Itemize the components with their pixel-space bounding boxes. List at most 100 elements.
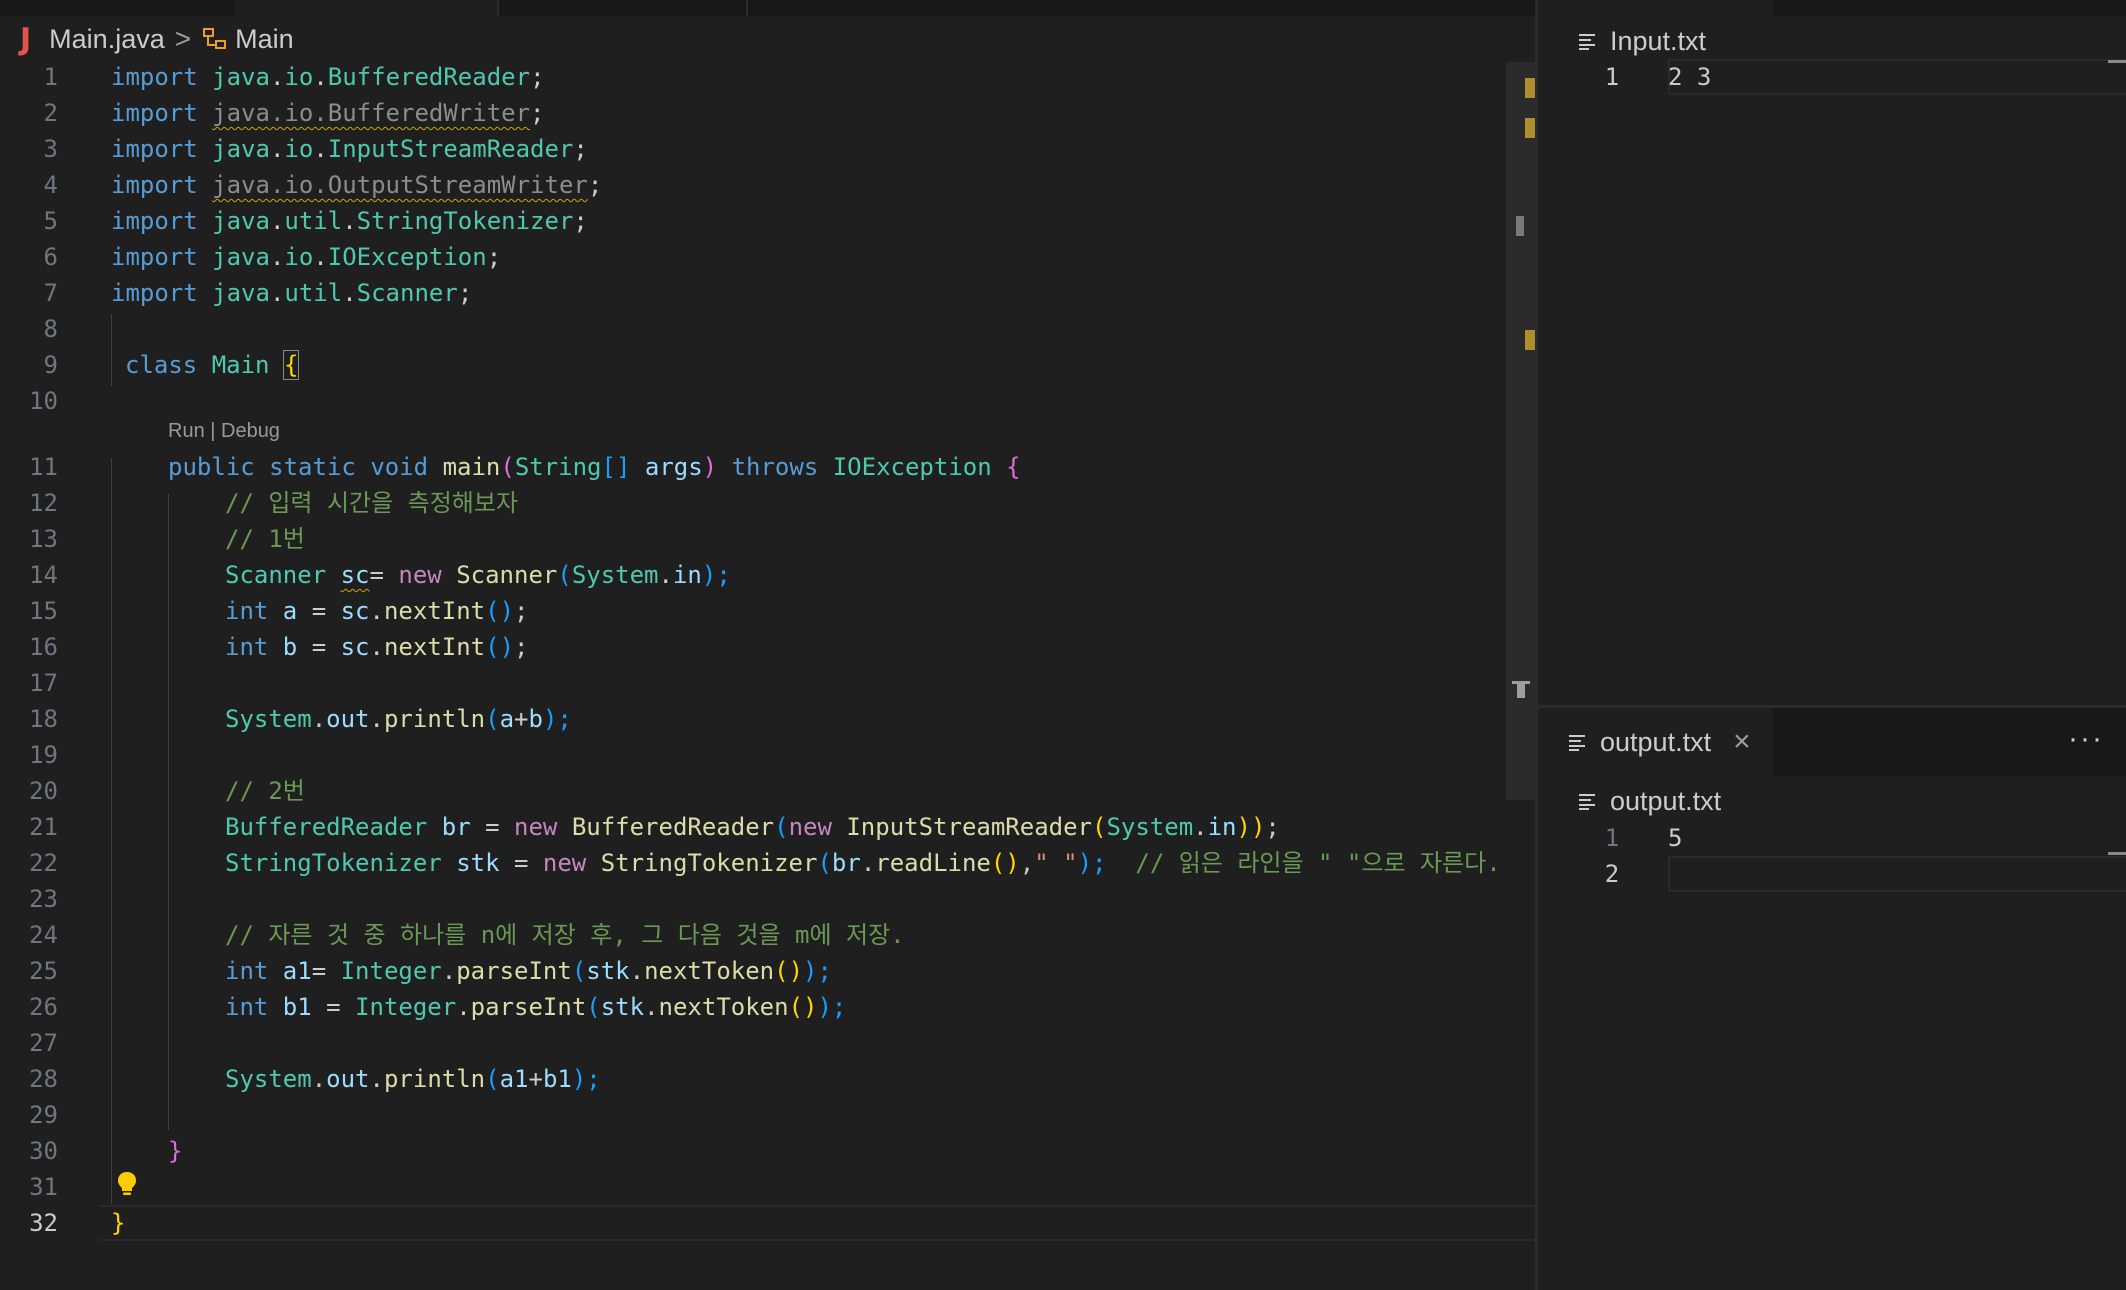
line-number: 5 (43, 207, 58, 235)
line-number: 13 (29, 525, 58, 553)
class-symbol-icon (203, 28, 227, 49)
code-line[interactable]: StringTokenizer stk = new StringTokenize… (225, 845, 1501, 881)
indent-guide (111, 314, 112, 386)
line-number: 22 (29, 849, 58, 877)
output-breadcrumb: output.txt (1578, 780, 1721, 822)
code-line[interactable]: System.out.println(a1+b1); (225, 1061, 601, 1097)
line-number: 26 (29, 993, 58, 1021)
input-line-text[interactable]: 2 3 (1668, 59, 1711, 95)
input-editor[interactable]: Input.txt 1 2 3 (1538, 16, 2126, 705)
line-number: 3 (43, 135, 58, 163)
unused-import-warning: java.io.OutputStreamWriter (212, 171, 588, 199)
line-number: 4 (43, 171, 58, 199)
current-line-highlight (1668, 59, 2126, 95)
code-line[interactable]: import java.io.BufferedReader; (111, 59, 545, 95)
more-actions-icon[interactable]: ··· (2068, 722, 2104, 756)
indent-guide (111, 458, 112, 1204)
line-number: 21 (29, 813, 58, 841)
code-line[interactable]: import java.util.Scanner; (111, 275, 472, 311)
line-number: 8 (43, 315, 58, 343)
code-line[interactable]: int b = sc.nextInt(); (225, 629, 528, 665)
output-tab-bar: output.txt × ··· (1538, 708, 2126, 776)
tab-label: output.txt (1600, 726, 1712, 757)
scroll-position-marker (2108, 852, 2126, 855)
code-line[interactable]: import java.io.BufferedWriter; (111, 95, 545, 131)
line-number: 2 (1604, 860, 1620, 888)
tab-input-txt[interactable] (1538, 0, 1773, 16)
code-line[interactable]: import java.util.StringTokenizer; (111, 203, 588, 239)
line-number: 18 (29, 705, 58, 733)
line-number: 2 (43, 99, 58, 127)
text-file-icon (1569, 735, 1585, 751)
line-number: 27 (29, 1029, 58, 1057)
output-editor[interactable]: output.txt 1 5 2 (1538, 776, 2126, 1290)
code-line[interactable]: public static void main(String[] args) t… (168, 449, 1021, 485)
text-file-icon (1579, 34, 1595, 50)
code-line[interactable]: System.out.println(a+b); (225, 701, 572, 737)
code-line[interactable]: import java.io.OutputStreamWriter; (111, 167, 602, 203)
codelens-run-debug[interactable]: Run | Debug (168, 420, 280, 443)
breadcrumb-file[interactable]: Main.java (49, 24, 165, 55)
warning-marker[interactable] (1525, 330, 1535, 350)
unused-import-warning: java.io.BufferedWriter (212, 99, 531, 127)
code-comment[interactable]: // 입력 시간을 측정해보자 (225, 485, 518, 521)
code-editor[interactable]: J Main.java > Main 1 2 3 4 5 6 7 8 9 10 … (0, 0, 1535, 1290)
chevron-right-icon: > (174, 23, 192, 54)
line-number: 10 (29, 387, 58, 415)
line-number: 25 (29, 957, 58, 985)
lightbulb-icon[interactable] (116, 1170, 138, 1198)
indent-guide (168, 494, 169, 1130)
current-line-highlight (1668, 856, 2126, 892)
line-number: 23 (29, 885, 58, 913)
breadcrumb-symbol[interactable]: Main (235, 24, 294, 55)
code-line[interactable]: Scanner sc= new Scanner(System.in); (225, 557, 731, 593)
code-line[interactable]: int a1= Integer.parseInt(stk.nextToken()… (225, 953, 832, 989)
code-line[interactable]: import java.io.InputStreamReader; (111, 131, 588, 167)
resource-leak-warning: sc (340, 561, 370, 589)
line-number: 6 (43, 243, 58, 271)
warning-marker[interactable] (1525, 118, 1535, 138)
line-number: 19 (29, 741, 58, 769)
code-line[interactable]: BufferedReader br = new BufferedReader(n… (225, 809, 1280, 845)
code-line[interactable]: int a = sc.nextInt(); (225, 593, 528, 629)
tab-output-txt[interactable]: output.txt × (1538, 708, 1773, 776)
closing-brace[interactable]: } (111, 1205, 125, 1241)
input-file-name[interactable]: Input.txt (1610, 26, 1706, 57)
line-number: 12 (29, 489, 58, 517)
line-number: 17 (29, 669, 58, 697)
scrollbar-thumb-icon[interactable] (1506, 680, 1535, 700)
output-line-text[interactable]: 5 (1668, 820, 1682, 856)
line-number: 30 (29, 1137, 58, 1165)
code-comment[interactable]: // 2번 (225, 773, 305, 809)
scroll-position-marker (1516, 216, 1524, 236)
scroll-position-marker (2108, 60, 2126, 63)
line-number-current: 32 (29, 1209, 58, 1237)
line-number: 9 (43, 351, 58, 379)
java-file-icon: J (20, 21, 32, 57)
output-file-name[interactable]: output.txt (1610, 786, 1721, 817)
code-comment[interactable]: // 자른 것 중 하나를 n에 저장 후, 그 다음 것을 m에 저장. (225, 917, 905, 953)
line-number: 7 (43, 279, 58, 307)
current-line-highlight (100, 1205, 1535, 1241)
line-number: 1 (1604, 63, 1620, 91)
breadcrumb: J Main.java > Main (20, 20, 294, 58)
text-file-icon (1579, 794, 1595, 810)
close-icon[interactable]: × (1733, 725, 1751, 759)
code-comment[interactable]: // 1번 (225, 521, 305, 557)
line-number: 11 (29, 453, 58, 481)
closing-brace[interactable]: } (168, 1133, 182, 1169)
code-line[interactable]: int b1 = Integer.parseInt(stk.nextToken(… (225, 989, 846, 1025)
line-number: 24 (29, 921, 58, 949)
code-line[interactable]: import java.io.IOException; (111, 239, 501, 275)
input-tab-strip (1538, 0, 2126, 16)
line-number: 1 (1604, 824, 1620, 852)
line-number: 28 (29, 1065, 58, 1093)
code-line[interactable]: class Main { (125, 347, 300, 383)
line-number: 1 (43, 63, 58, 91)
matched-brace: { (282, 350, 300, 380)
line-number: 29 (29, 1101, 58, 1129)
line-number: 16 (29, 633, 58, 661)
line-number: 15 (29, 597, 58, 625)
line-number: 31 (29, 1173, 58, 1201)
warning-marker[interactable] (1525, 78, 1535, 98)
